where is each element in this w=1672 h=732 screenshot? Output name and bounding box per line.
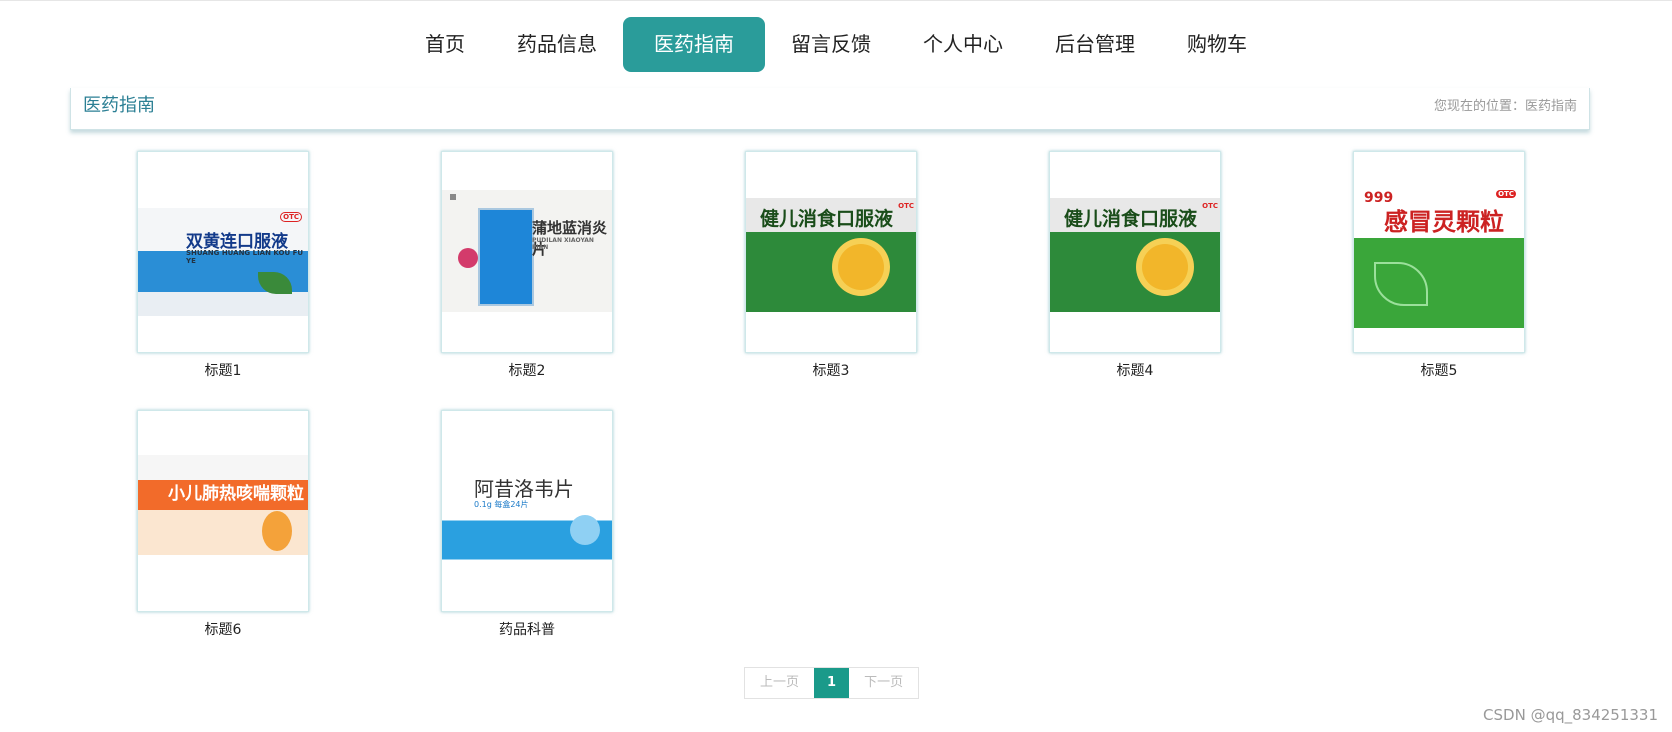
otc-badge: OTC	[280, 212, 302, 222]
nav-personal-center[interactable]: 个人中心	[897, 17, 1029, 72]
item-caption[interactable]: 标题5	[1353, 360, 1525, 380]
nav-drug-info[interactable]: 药品信息	[491, 17, 623, 72]
nav-admin[interactable]: 后台管理	[1029, 17, 1161, 72]
product-image[interactable]: 阿昔洛韦片 0.1g 每盒24片	[441, 410, 613, 612]
product-image[interactable]: 健儿消食口服液 OTC	[1049, 151, 1221, 353]
prev-page-button[interactable]: 上一页	[745, 668, 814, 698]
main-nav: 首页 药品信息 医药指南 留言反馈 个人中心 后台管理 购物车	[0, 17, 1672, 72]
nav-feedback[interactable]: 留言反馈	[765, 17, 897, 72]
guide-item[interactable]: 双黄连口服液 SHUANG HUANG LIAN KOU FU YE OTC 标…	[137, 151, 309, 380]
nav-home[interactable]: 首页	[399, 17, 491, 72]
item-caption[interactable]: 标题3	[745, 360, 917, 380]
page-title: 医药指南	[83, 95, 155, 116]
otc-badge: OTC	[1202, 202, 1218, 210]
guide-item[interactable]: 小儿肺热咳喘颗粒 标题6	[137, 410, 309, 639]
pagination: 上一页 1 下一页	[744, 667, 920, 699]
item-caption[interactable]: 标题2	[441, 360, 613, 380]
top-divider	[0, 0, 1672, 1]
guide-item[interactable]: 健儿消食口服液 OTC 标题3	[745, 151, 917, 380]
box-sublabel: SHUANG HUANG LIAN KOU FU YE	[186, 249, 304, 265]
blue-panel	[478, 208, 534, 306]
box-label: 健儿消食口服液	[760, 208, 894, 230]
item-caption[interactable]: 标题4	[1049, 360, 1221, 380]
guide-item[interactable]: 999 感冒灵颗粒 OTC 标题5	[1353, 151, 1525, 380]
breadcrumb: 您现在的位置：医药指南	[1433, 99, 1577, 114]
gourd-icon	[262, 511, 292, 551]
box-label: 感冒灵颗粒	[1384, 208, 1504, 236]
box-sublabel: 0.1g 每盒24片	[474, 500, 529, 509]
item-caption[interactable]: 标题1	[137, 360, 309, 380]
product-image[interactable]: 小儿肺热咳喘颗粒	[137, 410, 309, 612]
nav-medical-guide[interactable]: 医药指南	[623, 17, 765, 72]
otc-badge: OTC	[898, 202, 914, 210]
box-sublabel: PUDILAN XIAOYAN PIAN	[532, 237, 594, 251]
sunflower-icon	[1142, 244, 1188, 290]
product-image[interactable]: 健儿消食口服液 OTC	[745, 151, 917, 353]
box-label: 阿昔洛韦片	[474, 477, 574, 501]
watermark: CSDN @qq_834251331	[1483, 706, 1658, 724]
product-image[interactable]: 蒲地蓝消炎片 PUDILAN XIAOYAN PIAN	[441, 151, 613, 353]
next-page-button[interactable]: 下一页	[849, 668, 918, 698]
nav-cart[interactable]: 购物车	[1161, 17, 1273, 72]
page-1-button[interactable]: 1	[814, 668, 850, 698]
breadcrumb-bar: 医药指南 您现在的位置：医药指南	[70, 88, 1590, 130]
guide-item[interactable]: 蒲地蓝消炎片 PUDILAN XIAOYAN PIAN 标题2	[441, 151, 613, 380]
product-image[interactable]: 999 感冒灵颗粒 OTC	[1353, 151, 1525, 353]
logo-icon	[450, 194, 456, 200]
item-caption[interactable]: 药品科普	[441, 619, 613, 639]
box-label: 健儿消食口服液	[1064, 208, 1198, 230]
z-logo-icon	[570, 515, 600, 545]
guide-item[interactable]: 健儿消食口服液 OTC 标题4	[1049, 151, 1221, 380]
box-label: 小儿肺热咳喘颗粒	[168, 484, 304, 504]
guide-item[interactable]: 阿昔洛韦片 0.1g 每盒24片 药品科普	[441, 410, 613, 639]
otc-badge: OTC	[1496, 190, 1516, 198]
item-caption[interactable]: 标题6	[137, 619, 309, 639]
product-image[interactable]: 双黄连口服液 SHUANG HUANG LIAN KOU FU YE OTC	[137, 151, 309, 353]
flower-icon	[458, 248, 478, 268]
sunflower-icon	[838, 244, 884, 290]
